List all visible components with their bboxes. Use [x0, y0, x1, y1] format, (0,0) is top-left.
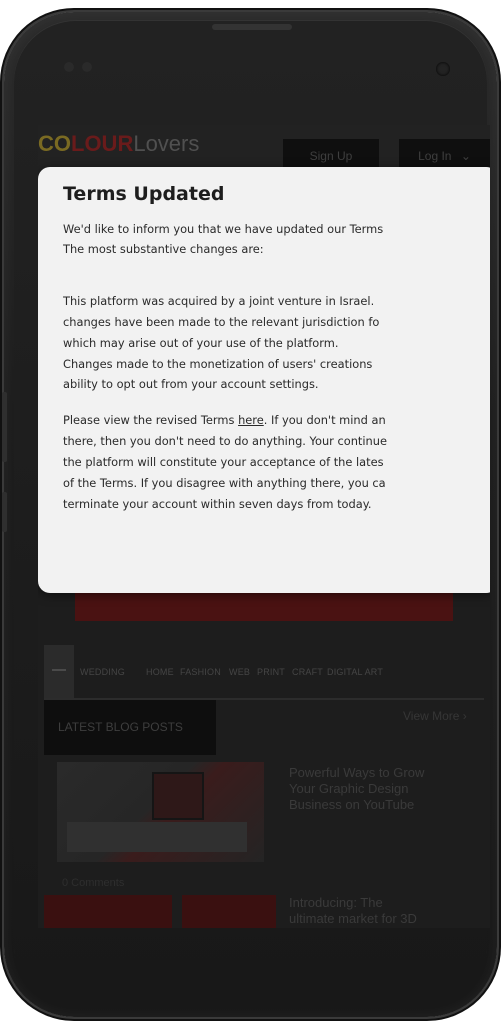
- category-link-print[interactable]: PRINT: [257, 667, 285, 677]
- category-link-craft[interactable]: CRAFT: [292, 667, 323, 677]
- category-menu-toggle[interactable]: [44, 645, 74, 699]
- terms-change-line: This platform was acquired by a joint ve…: [63, 294, 375, 308]
- terms-intro-line: The most substantive changes are:: [63, 242, 264, 256]
- volume-button: [2, 392, 7, 462]
- menu-icon: [52, 669, 66, 671]
- modal-title: Terms Updated: [63, 183, 225, 205]
- power-button: [2, 492, 7, 532]
- terms-change-line: which may arise out of your use of the p…: [63, 336, 339, 350]
- front-camera-icon: [436, 62, 450, 76]
- terms-notice-line: the platform will constitute your accept…: [63, 455, 384, 469]
- category-link-fashion[interactable]: FASHION: [180, 667, 221, 677]
- terms-notice-line: Please view the revised Terms here. If y…: [63, 413, 386, 427]
- category-nav: WEDDING HOME FASHION WEB PRINT CRAFT DIG…: [38, 645, 490, 699]
- desk-graphic: [67, 822, 247, 852]
- post-thumbnail[interactable]: [44, 895, 172, 928]
- terms-change-line: ability to opt out from your account set…: [63, 377, 319, 391]
- category-link-wedding[interactable]: WEDDING: [80, 667, 125, 677]
- view-more-link[interactable]: View More ›: [403, 709, 467, 723]
- chevron-down-icon: ⌄: [460, 149, 471, 163]
- phone-screen: COLOURLovers Sign Up Log In ⌄ WEDDING HO…: [38, 125, 490, 928]
- log-in-label: Log In: [418, 149, 452, 163]
- terms-notice-line: terminate your account within seven days…: [63, 497, 372, 511]
- terms-here-link[interactable]: here: [238, 413, 264, 427]
- terms-change-line: Changes made to the monetization of user…: [63, 357, 373, 371]
- latest-blog-posts-tab[interactable]: LATEST BLOG POSTS: [44, 700, 216, 755]
- phone-frame: COLOURLovers Sign Up Log In ⌄ WEDDING HO…: [2, 12, 497, 1017]
- terms-notice-line: of the Terms. If you disagree with anyth…: [63, 476, 386, 490]
- terms-notice-line: there, then you don't need to do anythin…: [63, 434, 388, 448]
- sensor-dot: [64, 62, 74, 72]
- category-link-digital-art[interactable]: DIGITAL ART: [327, 667, 383, 677]
- category-link-web[interactable]: WEB: [229, 667, 250, 677]
- post-title[interactable]: Introducing: The ultimate market for 3D: [289, 895, 474, 927]
- category-link-home[interactable]: HOME: [146, 667, 174, 677]
- comments-count[interactable]: 0 Comments: [62, 877, 124, 889]
- site-header: COLOURLovers Sign Up Log In ⌄: [38, 125, 490, 173]
- site-logo[interactable]: COLOURLovers: [38, 131, 199, 157]
- speaker-grille: [212, 24, 292, 30]
- post-title[interactable]: Powerful Ways to Grow Your Graphic Desig…: [289, 765, 474, 813]
- sensor-dot: [82, 62, 92, 72]
- post-thumbnail[interactable]: [182, 895, 276, 928]
- terms-intro-line: We'd like to inform you that we have upd…: [63, 222, 384, 236]
- terms-updated-modal: Terms Updated We'd like to inform you th…: [38, 167, 490, 593]
- monitor-graphic: [152, 772, 204, 820]
- post-thumbnail[interactable]: [57, 762, 264, 862]
- terms-change-line: changes have been made to the relevant j…: [63, 315, 380, 329]
